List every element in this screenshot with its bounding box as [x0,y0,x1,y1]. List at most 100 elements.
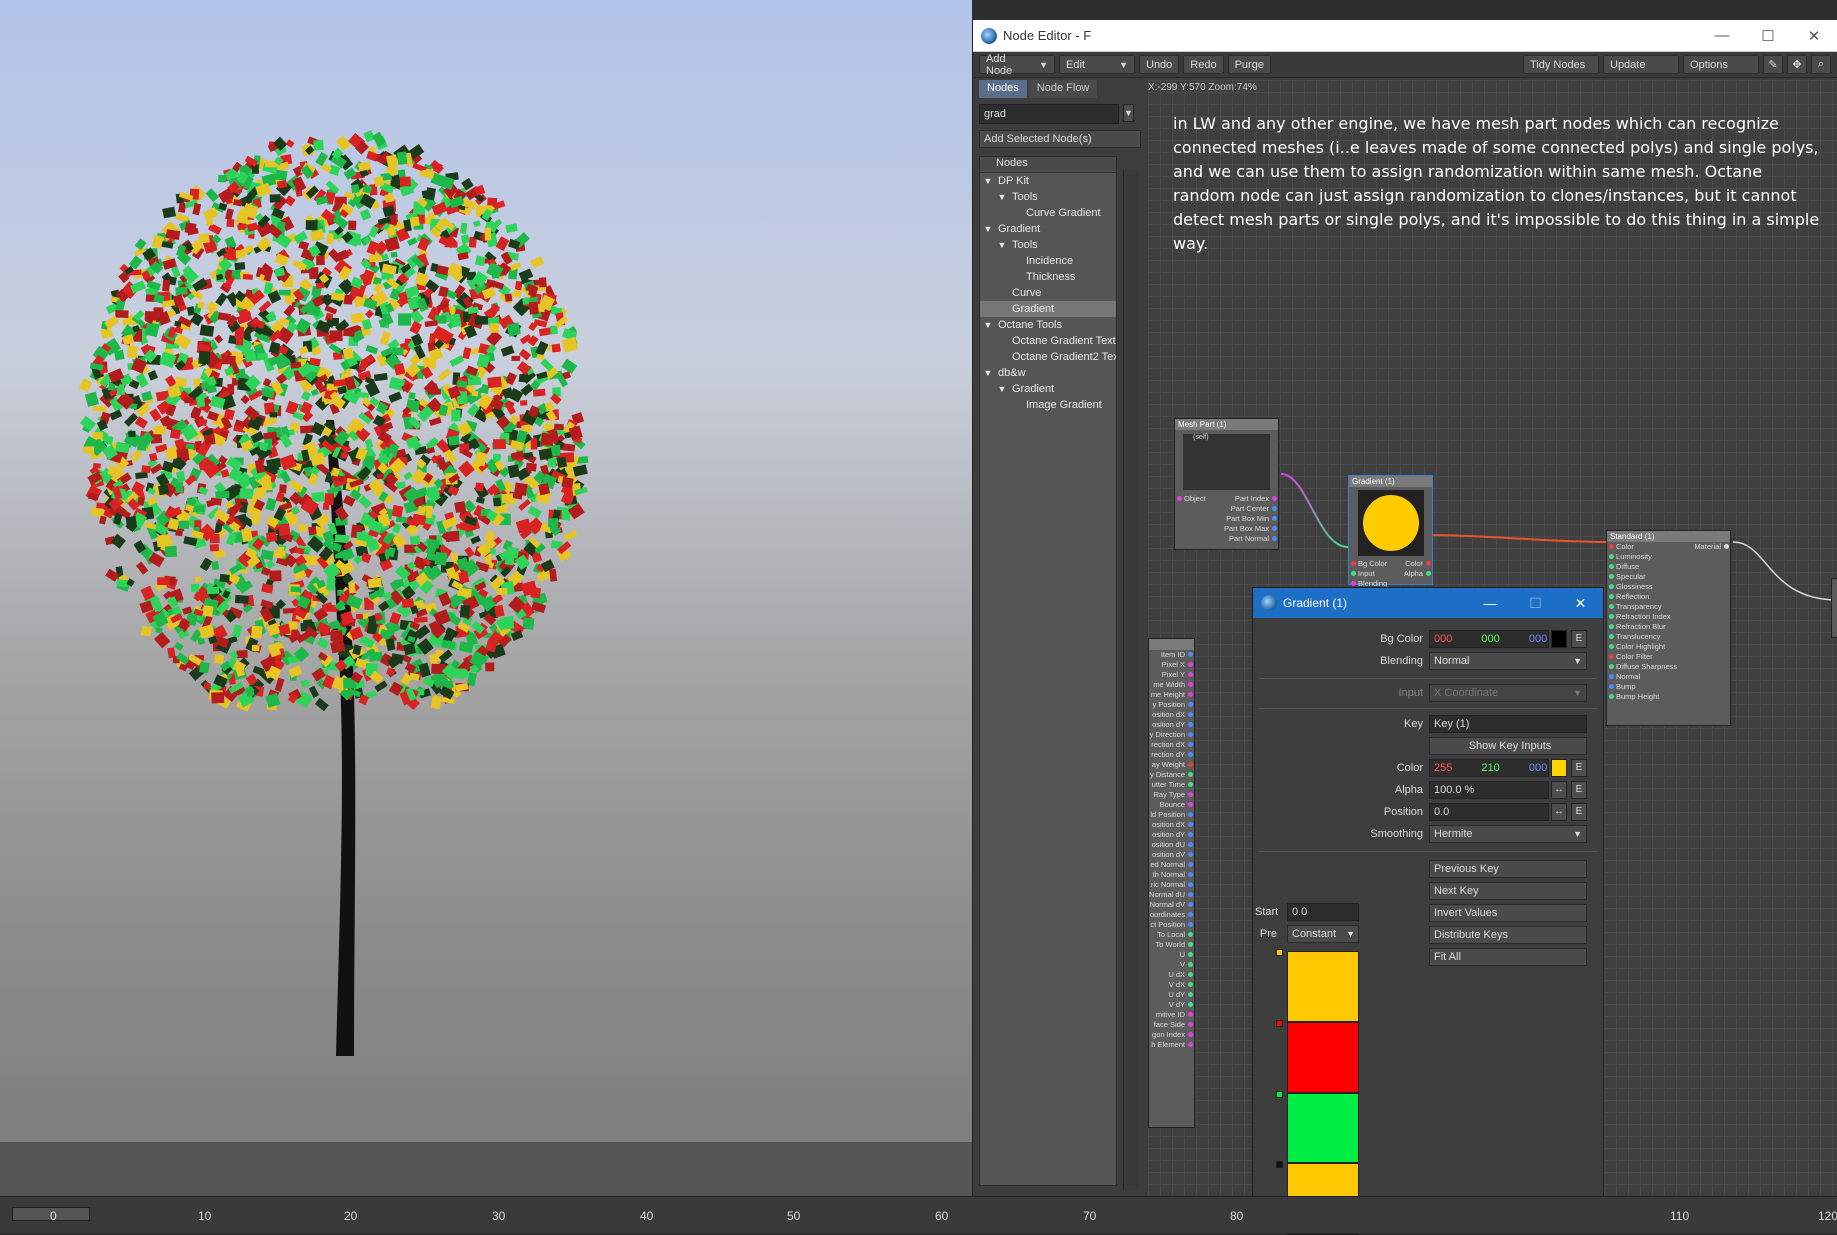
port-connector-icon[interactable] [1609,574,1614,579]
gradient-key-marker[interactable] [1276,1161,1283,1169]
port-connector-icon[interactable] [1272,516,1277,521]
chevron-down-icon[interactable]: ▼ [1123,104,1134,122]
port-connector-icon[interactable] [1188,742,1193,747]
port-connector-icon[interactable] [1188,892,1193,897]
bg-color-envelope-button[interactable]: E [1571,630,1587,648]
node-port[interactable]: Bg Color Color [1349,559,1432,569]
undo-button[interactable]: Undo [1139,55,1180,74]
bg-color-r[interactable]: 000 [1434,633,1452,645]
port-connector-icon[interactable] [1188,912,1193,917]
node-port[interactable]: Normal dV [1149,900,1194,910]
invert-values-button[interactable]: Invert Values [1429,904,1587,922]
node-port[interactable]: Bump Height [1607,692,1730,702]
port-connector-icon[interactable] [1272,506,1277,511]
port-connector-icon[interactable] [1188,722,1193,727]
start-field[interactable]: 0.0 [1287,903,1359,921]
standard-node[interactable]: Standard (1) Material Color Luminosity Diff… [1606,530,1731,726]
blending-dropdown[interactable]: Normal ▼ [1429,652,1587,670]
node-port[interactable]: osition dU [1149,840,1194,850]
expand-toggle-icon[interactable]: ▼ [982,365,994,381]
smoothing-dropdown[interactable]: Hermite ▼ [1429,825,1587,843]
node-port[interactable]: Bump [1607,682,1730,692]
port-connector-icon[interactable] [1188,872,1193,877]
node-port[interactable]: ay Weight [1149,760,1194,770]
port-connector-icon[interactable] [1426,561,1431,566]
node-port[interactable]: U dY [1149,990,1194,1000]
edit-button[interactable]: Edit ▼ [1059,55,1135,74]
previous-key-button[interactable]: Previous Key [1429,860,1587,878]
port-connector-icon[interactable] [1188,752,1193,757]
port-connector-icon[interactable] [1188,952,1193,957]
port-connector-icon[interactable] [1188,932,1193,937]
node-port[interactable]: osition dX [1149,710,1194,720]
node-port[interactable]: Color Filter [1607,652,1730,662]
expand-toggle-icon[interactable]: ▼ [982,221,994,237]
output-node[interactable] [1831,578,1837,638]
tree-item[interactable]: Thickness [980,269,1116,285]
expand-toggle-icon[interactable]: ▼ [996,189,1008,205]
node-port[interactable]: Transparency [1607,602,1730,612]
node-port[interactable]: y Distance [1149,770,1194,780]
port-connector-icon[interactable] [1609,594,1614,599]
node-port[interactable]: Bounce [1149,800,1194,810]
tab-node-flow[interactable]: Node Flow [1028,80,1098,98]
node-port[interactable]: osition dV [1149,850,1194,860]
port-connector-icon[interactable] [1188,1042,1193,1047]
tab-nodes[interactable]: Nodes [979,80,1027,98]
tree-item[interactable]: Octane Gradient Textu [980,333,1116,349]
node-search-input[interactable] [979,104,1119,124]
port-connector-icon[interactable] [1351,581,1356,586]
node-port[interactable]: ric Normal [1149,880,1194,890]
node-port[interactable]: y Position [1149,700,1194,710]
node-port[interactable]: Luminosity [1607,552,1730,562]
color-envelope-button[interactable]: E [1571,759,1587,777]
tree-item[interactable]: ▼ db&w [980,365,1116,381]
node-port[interactable]: Normal [1607,672,1730,682]
bg-color-field[interactable]: 000 000 000 [1429,630,1549,648]
tree-item[interactable]: Image Gradient [980,397,1116,413]
close-icon[interactable]: ✕ [1791,20,1837,51]
port-connector-icon[interactable] [1609,604,1614,609]
redo-button[interactable]: Redo [1183,55,1224,74]
node-port[interactable]: V [1149,960,1194,970]
port-connector-icon[interactable] [1188,822,1193,827]
gradient-node[interactable]: Gradient (1) Bg Color Color Input Alpha Blen… [1348,475,1433,588]
node-port[interactable]: Translucency [1607,632,1730,642]
port-connector-icon[interactable] [1272,536,1277,541]
port-connector-icon[interactable] [1188,982,1193,987]
port-connector-icon[interactable] [1609,654,1614,659]
tree-item[interactable]: ▼ Tools [980,189,1116,205]
alpha-drag-icon[interactable]: ↔ [1551,781,1567,799]
node-port[interactable]: V dX [1149,980,1194,990]
port-connector-icon[interactable] [1188,712,1193,717]
tidy-nodes-button[interactable]: Tidy Nodes [1523,55,1599,74]
bg-color-b[interactable]: 000 [1529,633,1547,645]
port-connector-icon[interactable] [1188,802,1193,807]
node-port[interactable]: y Direction [1149,730,1194,740]
gradient-key-marker[interactable] [1276,1090,1283,1098]
fit-all-button[interactable]: Fit All [1429,948,1587,966]
node-port[interactable]: Part Center [1175,504,1278,514]
port-connector-icon[interactable] [1188,732,1193,737]
node-port[interactable]: Part Box Min [1175,514,1278,524]
node-port[interactable]: face Side [1149,1020,1194,1030]
port-connector-icon[interactable] [1609,624,1614,629]
node-port[interactable]: V dY [1149,1000,1194,1010]
port-connector-icon[interactable] [1188,702,1193,707]
tree-item[interactable]: Gradient [980,301,1116,317]
node-port[interactable]: Reflection [1607,592,1730,602]
node-port[interactable]: Pixel X [1149,660,1194,670]
mesh-part-node[interactable]: Mesh Part (1) (self) Object Part Index Par… [1174,418,1279,550]
port-connector-icon[interactable] [1609,614,1614,619]
node-port[interactable]: Part Index [1175,494,1278,504]
port-connector-icon[interactable] [1188,762,1193,767]
node-port[interactable]: ct Position [1149,920,1194,930]
gradient-key-marker[interactable] [1276,949,1283,956]
port-connector-icon[interactable] [1188,862,1193,867]
port-connector-icon[interactable] [1188,1002,1193,1007]
port-connector-icon[interactable] [1609,564,1614,569]
node-port[interactable]: To Local [1149,930,1194,940]
port-connector-icon[interactable] [1188,672,1193,677]
3d-viewport[interactable] [0,0,972,1196]
next-key-button[interactable]: Next Key [1429,882,1587,900]
